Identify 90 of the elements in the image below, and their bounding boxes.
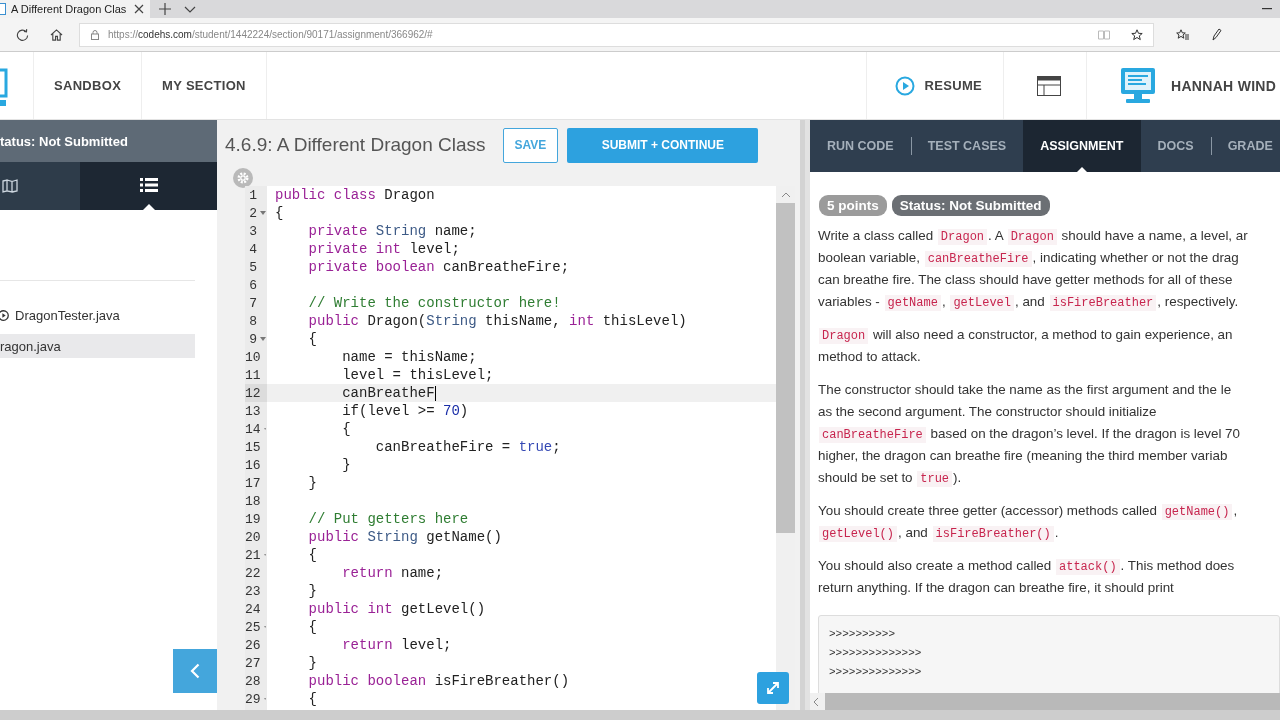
line-number: 27 bbox=[245, 655, 261, 671]
code-line: private int level; bbox=[307, 241, 460, 257]
code-line: private String name; bbox=[307, 223, 477, 239]
code-line: private boolean canBreatheFire; bbox=[307, 259, 570, 275]
code-line: return level; bbox=[341, 637, 452, 653]
line-number: 13 bbox=[245, 403, 261, 419]
nav-link[interactable]: SANDBOX bbox=[33, 52, 143, 119]
status-badge: 5 points bbox=[819, 195, 887, 216]
code-line: public Dragon(String thisName, int thisLevel) bbox=[307, 313, 687, 329]
assignment-title: 4.6.9: A Different Dragon Class bbox=[225, 134, 486, 156]
line-number: 14 bbox=[245, 421, 261, 437]
line-number: 2 bbox=[249, 205, 257, 221]
paragraph-line: Dragon will also need a constructor, a method to gain experience, an bbox=[818, 324, 1280, 346]
line-number: 11 bbox=[245, 367, 261, 383]
line-number: 10 bbox=[245, 349, 261, 365]
line-number: 15 bbox=[245, 439, 261, 455]
panel-tab[interactable]: DOCS bbox=[1140, 120, 1211, 172]
browser-tab[interactable]: A Different Dragon Clas bbox=[0, 0, 150, 18]
line-number: 17 bbox=[245, 475, 261, 491]
user-name[interactable]: HANNAH WIND bbox=[1171, 77, 1277, 94]
paragraph-line: as the second argument. The constructor should initialize bbox=[818, 403, 1158, 421]
paragraph-line: should be set to true ). bbox=[818, 469, 963, 489]
line-number: 5 bbox=[249, 259, 257, 275]
paragraph-line: You should also create a method called attack() . This method does bbox=[818, 557, 1236, 577]
code-line: { bbox=[307, 619, 317, 635]
line-number: 1 bbox=[249, 187, 257, 203]
line-number: 9 bbox=[249, 331, 257, 347]
paragraph-line: getLevel() , and isFireBreather() . bbox=[818, 522, 1280, 544]
line-number: 28 bbox=[245, 673, 261, 689]
line-number: 3 bbox=[249, 223, 257, 239]
code-line: canBreatheF bbox=[341, 385, 435, 401]
line-number: 21 bbox=[245, 547, 261, 563]
tab-title: A Different Dragon Clas bbox=[11, 3, 128, 15]
code-line: } bbox=[341, 457, 351, 473]
code-line: { bbox=[275, 205, 284, 221]
paragraph-line: variables - getName , getLevel , and isFireBreather , respectively. bbox=[818, 293, 1240, 313]
nav-link[interactable]: MY SECTION bbox=[142, 52, 267, 119]
resume-button[interactable]: RESUME bbox=[865, 52, 1004, 119]
paragraph-line: boolean variable, canBreatheFire , indicating whether or not the drag bbox=[818, 249, 1240, 269]
line-number: 8 bbox=[249, 313, 257, 329]
code-line: { bbox=[307, 547, 317, 563]
paragraph-line: method to attack. bbox=[818, 348, 922, 366]
url-text: https://codehs.com/student/1442224/section/90171/assignment/366962/# bbox=[108, 29, 433, 40]
panel-tab[interactable]: RUN CODE bbox=[810, 120, 911, 172]
line-number: 19 bbox=[245, 511, 261, 527]
code-line: } bbox=[307, 583, 317, 599]
line-number: 20 bbox=[245, 529, 261, 545]
code-line: public int getLevel() bbox=[307, 601, 486, 617]
line-number: 25 bbox=[245, 619, 261, 635]
code-line: { bbox=[307, 691, 317, 707]
code-line: canBreatheFire = true; bbox=[374, 439, 561, 455]
status-badge: Status: Not Submitted bbox=[891, 195, 1050, 216]
panel-tab[interactable]: TEST CASES bbox=[910, 120, 1024, 172]
paragraph-line: You should create three getter (accessor) methods called getName() , bbox=[818, 502, 1239, 522]
paragraph-line: return anything. If the dragon can breathe fire, it should print bbox=[818, 579, 1175, 597]
paragraph-line: canBreatheFire based on the dragon’s level. If the dragon is level 70 bbox=[818, 423, 1280, 445]
code-line: level = thisLevel; bbox=[341, 367, 494, 383]
file-item[interactable]: ragon.java bbox=[0, 334, 195, 358]
code-line: return name; bbox=[341, 565, 444, 581]
line-number: 6 bbox=[249, 277, 257, 293]
panel-tab[interactable]: GRADE bbox=[1210, 120, 1280, 172]
paragraph-line: higher, the dragon can breathe fire (meaning the third member variab bbox=[818, 447, 1229, 465]
line-number: 23 bbox=[245, 583, 261, 599]
status-bar: tatus: Not Submitted bbox=[0, 120, 217, 162]
line-number: 29 bbox=[245, 691, 261, 707]
code-line: // Put getters here bbox=[307, 511, 469, 527]
line-number: 18 bbox=[245, 493, 261, 509]
panel-tab[interactable]: ASSIGNMENT bbox=[1023, 120, 1141, 172]
line-number: 16 bbox=[245, 457, 261, 473]
code-line: { bbox=[341, 421, 351, 437]
address-bar[interactable]: https://codehs.com/student/1442224/section/90171/assignment/366962/# bbox=[79, 22, 1154, 47]
code-line: if(level >= 70) bbox=[341, 403, 469, 419]
code-line: name = thisName; bbox=[341, 349, 477, 365]
line-number: 7 bbox=[249, 295, 257, 311]
file-item[interactable]: DragonTester.java bbox=[0, 303, 195, 327]
code-line: public class Dragon bbox=[275, 187, 435, 203]
code-line: public boolean isFireBreather() bbox=[307, 673, 570, 689]
code-line: } bbox=[307, 475, 317, 491]
line-number: 22 bbox=[245, 565, 261, 581]
code-line: } bbox=[307, 655, 317, 671]
paragraph-line: The constructor should take the name as the first argument and the le bbox=[818, 381, 1233, 399]
line-number: 12 bbox=[245, 385, 261, 401]
paragraph-line: can breathe fire. The class should have getter methods for all of these bbox=[818, 271, 1234, 289]
code-line: { bbox=[307, 331, 317, 347]
code-line: public String getName() bbox=[307, 529, 502, 545]
line-number: 24 bbox=[245, 601, 261, 617]
line-number: 4 bbox=[249, 241, 257, 257]
code-line: // Write the constructor here! bbox=[307, 295, 561, 311]
paragraph-line: Write a class called Dragon . A Dragon should have a name, a level, ar bbox=[818, 227, 1249, 247]
line-number: 26 bbox=[245, 637, 261, 653]
